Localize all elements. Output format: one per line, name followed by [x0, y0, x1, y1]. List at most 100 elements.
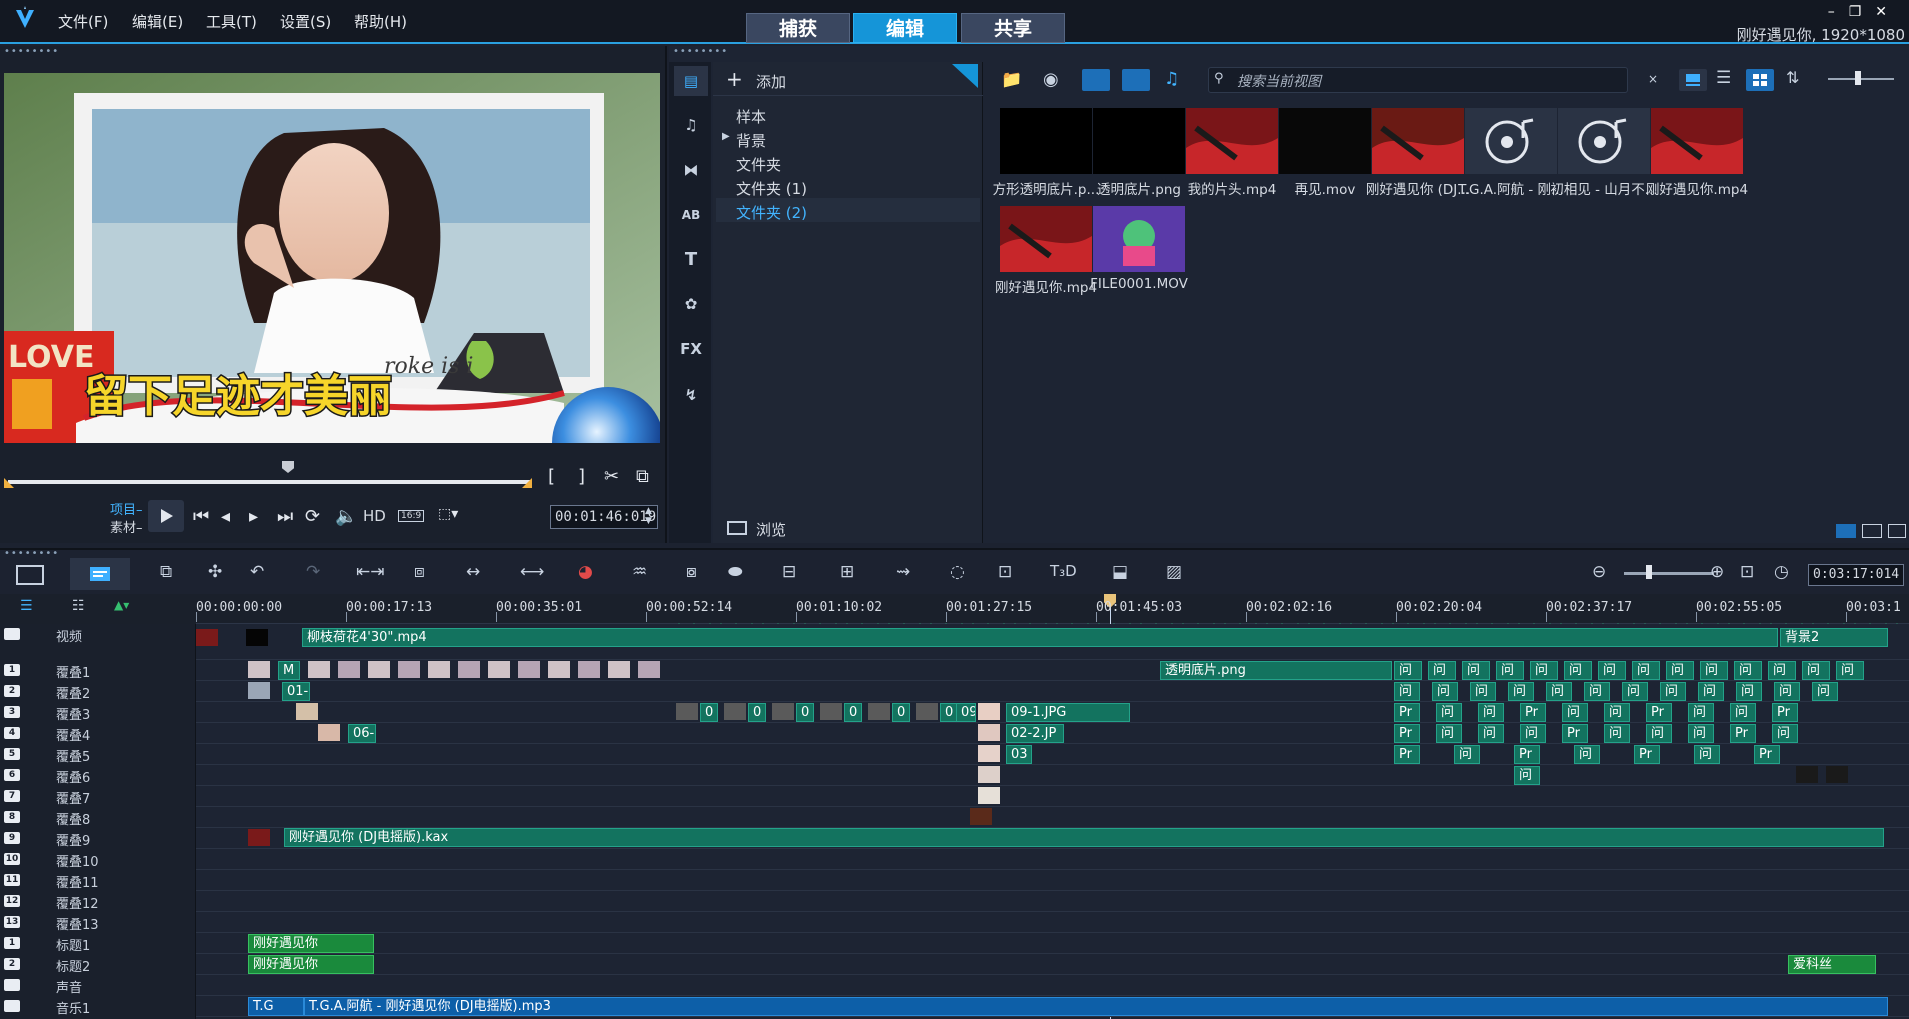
overlay-clip[interactable]: 问	[1584, 682, 1610, 701]
overlay-clip[interactable]: 问	[1604, 724, 1630, 743]
overlay-clip[interactable]: 问	[1562, 703, 1588, 722]
overlay-clip[interactable]: 问	[1730, 703, 1756, 722]
repeat-icon[interactable]: ⟳	[305, 506, 320, 527]
expand-arrow-icon[interactable]: ▶	[722, 131, 730, 142]
thumbnail-size-knob[interactable]	[1855, 71, 1861, 85]
overlay-clip[interactable]: 问	[1436, 724, 1462, 743]
overlay-clip[interactable]: Pr	[1514, 745, 1540, 764]
overlay-clip[interactable]: 问	[1478, 724, 1504, 743]
overlay-clip[interactable]: 问	[1688, 724, 1714, 743]
media-thumbnail[interactable]: 初相见 - 山月不...	[1550, 104, 1658, 198]
home-icon[interactable]: ⏮	[193, 506, 209, 527]
clip-thumbnail[interactable]	[518, 661, 540, 678]
track-lane[interactable]	[196, 786, 1909, 807]
timeline-grip-icon[interactable]: ••••••••	[4, 548, 59, 559]
motion-tracking-icon[interactable]: ⇝	[896, 562, 910, 582]
overlay-clip[interactable]: 问	[1428, 661, 1456, 680]
title-clip[interactable]: 刚好遇见你	[248, 955, 374, 974]
end-icon[interactable]: ⏭	[277, 506, 293, 527]
browse-icon[interactable]	[727, 521, 747, 535]
overlay-clip[interactable]: Pr	[1394, 703, 1420, 722]
restore-icon[interactable]: ❐	[1849, 4, 1876, 20]
fx-icon[interactable]: FX	[679, 337, 703, 361]
zoom-out-icon[interactable]: ⊖	[1592, 562, 1606, 582]
mode-project-label[interactable]: 项目–	[110, 499, 143, 518]
mark-in-icon[interactable]: [	[548, 466, 555, 487]
subtitle-icon[interactable]: ⊟	[782, 562, 796, 582]
overlay-clip[interactable]: 问	[1734, 661, 1762, 680]
folder-item-folder-1[interactable]: 文件夹 (1)	[736, 178, 807, 199]
track-type-icon[interactable]	[4, 979, 20, 991]
overlay-clip[interactable]: Pr	[1394, 724, 1420, 743]
track-lane[interactable]	[196, 681, 1909, 702]
overlay-clip[interactable]: Pr	[1520, 703, 1546, 722]
track-lane[interactable]	[196, 975, 1909, 996]
timeline-zoom-slider[interactable]	[1624, 572, 1714, 575]
overlay-clip[interactable]: 0	[892, 703, 910, 722]
menu-file[interactable]: 文件(F)	[58, 11, 108, 32]
menu-tools[interactable]: 工具(T)	[206, 11, 257, 32]
video-clip[interactable]: 背景2	[1780, 628, 1888, 647]
overlay-clip[interactable]: 问	[1660, 682, 1686, 701]
redo-icon[interactable]: ↷	[306, 562, 320, 582]
overlay-clip[interactable]: 01-	[282, 682, 310, 701]
tab-share[interactable]: 共享	[961, 13, 1065, 43]
overlay-clip[interactable]: 问	[1520, 724, 1546, 743]
overlay-clip[interactable]: 问	[1666, 661, 1694, 680]
library-expand-icon[interactable]	[1862, 524, 1882, 538]
overlay-kax-clip[interactable]: 刚好遇见你 (DJ电摇版).kax	[284, 828, 1884, 847]
timeline-view-button[interactable]	[70, 558, 130, 590]
track-lane[interactable]	[196, 912, 1909, 933]
fit-timeline-icon[interactable]: ⊡	[1740, 562, 1754, 582]
clip-thumbnail[interactable]	[1796, 766, 1818, 783]
overlay-clip[interactable]: 问	[1698, 682, 1724, 701]
title-icon[interactable]: T	[679, 248, 703, 272]
overlay-clip[interactable]: 06-	[348, 724, 376, 743]
track-lane[interactable]	[196, 849, 1909, 870]
overlay-clip[interactable]: 问	[1694, 745, 1720, 764]
track-manager-icon[interactable]: ⧉	[160, 562, 172, 582]
clear-search-icon[interactable]: ×	[1648, 72, 1658, 86]
clip-thumbnail[interactable]	[978, 724, 1000, 741]
overlay-clip[interactable]: 问	[1772, 724, 1798, 743]
media-thumbnail[interactable]: FILE0001.MOV	[1085, 202, 1193, 294]
library-grip-icon[interactable]: ••••••••	[673, 46, 728, 57]
track-options-icon[interactable]: ☷	[72, 598, 85, 614]
track-lane[interactable]	[196, 765, 1909, 786]
mode-clip-label[interactable]: 素材–	[110, 517, 143, 536]
add-folder-button[interactable]: 添加	[756, 71, 786, 92]
timeline-zoom-knob[interactable]	[1646, 565, 1652, 579]
track-type-icon[interactable]	[4, 1000, 20, 1012]
track-type-icon[interactable]: 6	[4, 769, 20, 781]
overlay-clip[interactable]: 0	[748, 703, 766, 722]
overlay-clip[interactable]: 问	[1508, 682, 1534, 701]
transition-icon[interactable]: ⧓	[679, 158, 703, 182]
safe-area-icon[interactable]: ⬚▾	[438, 506, 458, 522]
play-button[interactable]	[148, 500, 184, 532]
clip-thumbnail[interactable]	[978, 766, 1000, 783]
track-type-icon[interactable]: 2	[4, 685, 20, 697]
title-clip[interactable]: 爱科丝	[1788, 955, 1876, 974]
overlay-clip[interactable]: Pr	[1772, 703, 1798, 722]
clip-thumbnail[interactable]	[970, 808, 992, 825]
overlay-clip[interactable]: 问	[1598, 661, 1626, 680]
folder-item-folder-2[interactable]: 文件夹 (2)	[736, 202, 807, 223]
clip-thumbnail[interactable]	[978, 787, 1000, 804]
view-thumbnail-large-button[interactable]	[1679, 69, 1707, 91]
overlay-clip[interactable]: 0	[844, 703, 862, 722]
color-grading-icon[interactable]: ◕	[578, 562, 593, 582]
overlay-clip[interactable]: 透明底片.png	[1160, 661, 1392, 680]
menu-edit[interactable]: 编辑(E)	[132, 11, 183, 32]
list-view-icon[interactable]: ☰	[1716, 68, 1731, 88]
media-thumbnail[interactable]: 刚好遇见你.mp4	[992, 202, 1100, 296]
media-thumbnail[interactable]: 刚好遇见你 (DJ...	[1364, 104, 1472, 198]
enlarge-preview-icon[interactable]: ⧉	[636, 466, 649, 487]
import-folder-icon[interactable]: 📁	[1001, 70, 1022, 90]
clip-thumbnail[interactable]	[338, 661, 360, 678]
track-lane[interactable]	[196, 870, 1909, 891]
clip-thumbnail[interactable]	[978, 703, 1000, 720]
clip-thumbnail[interactable]	[246, 629, 268, 646]
overlay-clip[interactable]: Pr	[1754, 745, 1780, 764]
record-capture-icon[interactable]: ◉	[1043, 69, 1059, 90]
clip-thumbnail[interactable]	[724, 703, 746, 720]
